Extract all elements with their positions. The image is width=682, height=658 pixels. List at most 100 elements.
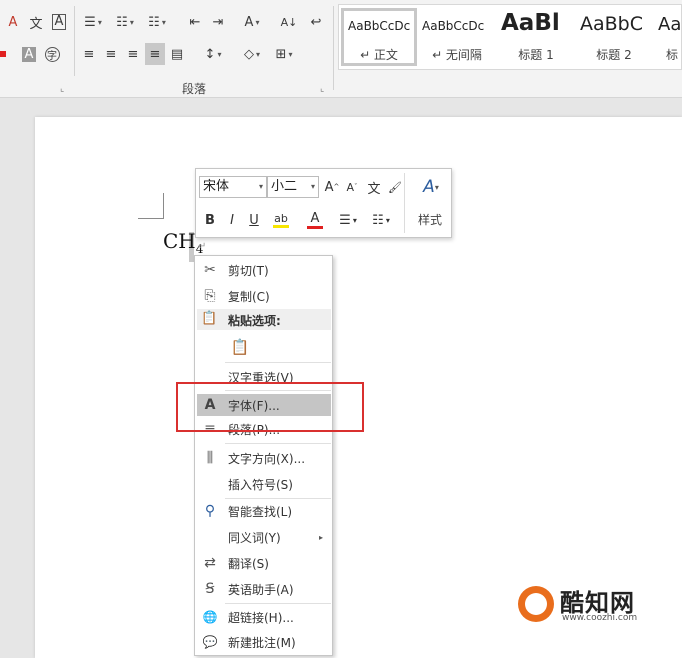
chevron-down-icon: ▾ [352, 215, 357, 225]
style-sample: AaBbCcDc [422, 19, 485, 33]
bold-button[interactable]: B [201, 209, 219, 231]
font-group-launcher-icon[interactable]: ⌞ [60, 84, 64, 94]
format-painter-icon: 🖌 [388, 180, 402, 194]
shading-button[interactable]: ◇ ▾ [238, 43, 266, 65]
bullets-button[interactable]: ☰ ▾ [79, 11, 107, 33]
justify-button[interactable]: ≡ [145, 43, 165, 65]
style-name: ↵ 无间隔 [432, 48, 482, 62]
decrease-indent-button[interactable]: ⇤ [184, 11, 206, 33]
shrink-font-button[interactable]: Aˇ [343, 176, 361, 198]
font-color-button[interactable]: A [300, 209, 330, 231]
clear-format-icon: A [8, 14, 18, 30]
menu-separator [225, 498, 331, 499]
align-left-icon: ≡ [83, 46, 95, 62]
justify-icon: ≡ [149, 46, 161, 62]
menu-item-new-comment[interactable]: 💬 新建批注(M) [197, 631, 331, 653]
distributed-button[interactable]: ▤ [167, 43, 187, 65]
menu-item-hyperlink[interactable]: 🌐 超链接(H)... [197, 606, 331, 628]
style-no-spacing[interactable]: AaBbCcDc ↵ 无间隔 [419, 8, 495, 66]
numbering-icon: ☷ [116, 14, 128, 30]
enclose-characters-button[interactable]: 字 [42, 43, 62, 65]
menu-item-english-assistant[interactable]: Ꞩ 英语助手(A) [197, 578, 331, 600]
underline-button[interactable]: U [245, 209, 263, 231]
show-marks-button[interactable]: ↩ [305, 11, 327, 33]
align-center-button[interactable]: ≡ [101, 43, 121, 65]
styles-button[interactable]: A ▾ [415, 176, 447, 198]
character-border-icon: A [51, 14, 67, 30]
menu-item-synonyms[interactable]: 同义词(Y) ▸ [197, 526, 331, 548]
copy-icon: ⎘ [204, 288, 216, 304]
menu-item-insert-symbol[interactable]: 插入符号(S) [197, 473, 331, 495]
margin-corner-mark [138, 193, 164, 219]
italic-button[interactable]: I [223, 209, 241, 231]
menu-item-label: 翻译(S) [228, 556, 269, 571]
style-heading-1[interactable]: AaBl 标题 1 [498, 8, 574, 66]
chevron-down-icon: ▾ [217, 49, 222, 59]
chevron-down-icon: ▾ [385, 215, 390, 225]
align-right-icon: ≡ [127, 46, 139, 62]
style-sample: AaBbCcDc [348, 19, 411, 33]
font-name-field[interactable]: 宋体 ▾ [199, 176, 267, 198]
numbering-icon: ☷ [372, 212, 384, 228]
style-heading-2[interactable]: AaBbC 标题 2 [576, 8, 652, 66]
paint-bucket-icon: ◇ [243, 46, 254, 62]
ribbon-divider [74, 6, 75, 76]
paste-options-header: 📋 粘贴选项: [197, 309, 331, 330]
chevron-down-icon: ▾ [288, 49, 293, 59]
clear-format-button[interactable]: A [2, 11, 24, 33]
grow-font-button[interactable]: A ^ [323, 176, 341, 198]
annotation-highlight-box [176, 382, 364, 432]
menu-item-label: 插入符号(S) [228, 477, 293, 492]
borders-button[interactable]: ⊞ ▾ [270, 43, 298, 65]
chevron-down-icon: ▾ [310, 182, 315, 191]
font-size-field[interactable]: 小二 ▾ [267, 176, 319, 198]
menu-item-label: 文字方向(X)... [228, 451, 306, 466]
mini-toolbar: 宋体 ▾ 小二 ▾ A ^ Aˇ 文 🖌 B I U ab A ☰ ▾ ☷ ▾ A ▾ 样式 [195, 168, 452, 238]
bullets-button[interactable]: ☰ ▾ [334, 209, 362, 231]
bullets-icon: ☰ [84, 14, 96, 30]
character-shading-button[interactable]: A [20, 43, 38, 65]
phonetic-guide-button[interactable]: 文 [365, 176, 383, 198]
menu-item-copy[interactable]: ⎘ 复制(C) [197, 285, 331, 307]
align-left-button[interactable]: ≡ [79, 43, 99, 65]
multilevel-list-button[interactable]: ☷ ▾ [143, 11, 171, 33]
format-painter-button[interactable]: 🖌 [386, 176, 404, 198]
style-normal[interactable]: AaBbCcDc ↵ 正文 [341, 8, 417, 66]
search-icon: ⚲ [204, 503, 216, 519]
highlight-color-button[interactable]: ab [266, 209, 296, 231]
menu-item-translate[interactable]: ⇄ 翻译(S) [197, 552, 331, 574]
clipboard-icon: 📋 [201, 311, 218, 326]
character-shading-icon: A [21, 46, 37, 62]
chevron-down-icon: ▾ [97, 17, 102, 27]
font-color-strip [0, 43, 6, 65]
submenu-arrow-icon: ▸ [318, 532, 323, 542]
asian-layout-button[interactable]: A ▾ [238, 11, 266, 33]
bold-icon: B [205, 212, 215, 228]
menu-item-smart-lookup[interactable]: ⚲ 智能查找(L) [197, 500, 331, 522]
paragraph-group-launcher-icon[interactable]: ⌞ [320, 84, 324, 94]
menu-item-cut[interactable]: ✂ 剪切(T) [197, 259, 331, 281]
globe-link-icon: 🌐 [202, 610, 218, 624]
line-spacing-icon: ↕ [204, 46, 216, 62]
formula-main: CH [163, 229, 196, 253]
paste-options-label: 粘贴选项: [228, 314, 281, 328]
phonetic-guide-icon: 文 [367, 181, 381, 197]
increase-indent-button[interactable]: ⇥ [207, 11, 229, 33]
menu-item-text-direction[interactable]: ⫼ 文字方向(X)... [197, 447, 331, 469]
increase-indent-icon: ⇥ [212, 14, 224, 30]
context-menu: ✂ 剪切(T) ⎘ 复制(C) 📋 粘贴选项: 📋 汉字重选(V) A 字体(F… [194, 255, 333, 656]
sort-button[interactable]: A↓ [277, 11, 301, 33]
style-heading-3[interactable]: Aa 标 [654, 8, 682, 66]
numbering-button[interactable]: ☷ ▾ [367, 209, 395, 231]
grow-font-icon: A [324, 179, 334, 195]
character-border-button[interactable]: A [49, 11, 69, 33]
toolbar-divider [404, 173, 405, 233]
numbering-button[interactable]: ☷ ▾ [111, 11, 139, 33]
phonetic-guide-button[interactable]: 文 [26, 11, 46, 33]
highlighter-icon: ab [274, 212, 288, 225]
align-right-button[interactable]: ≡ [123, 43, 143, 65]
line-spacing-button[interactable]: ↕ ▾ [199, 43, 227, 65]
styles-gallery: AaBbCcDc ↵ 正文 AaBbCcDc ↵ 无间隔 AaBl 标题 1 A… [338, 4, 682, 70]
paste-keep-source-button[interactable]: 📋 [229, 336, 251, 358]
chevron-down-icon: ▾ [161, 17, 166, 27]
